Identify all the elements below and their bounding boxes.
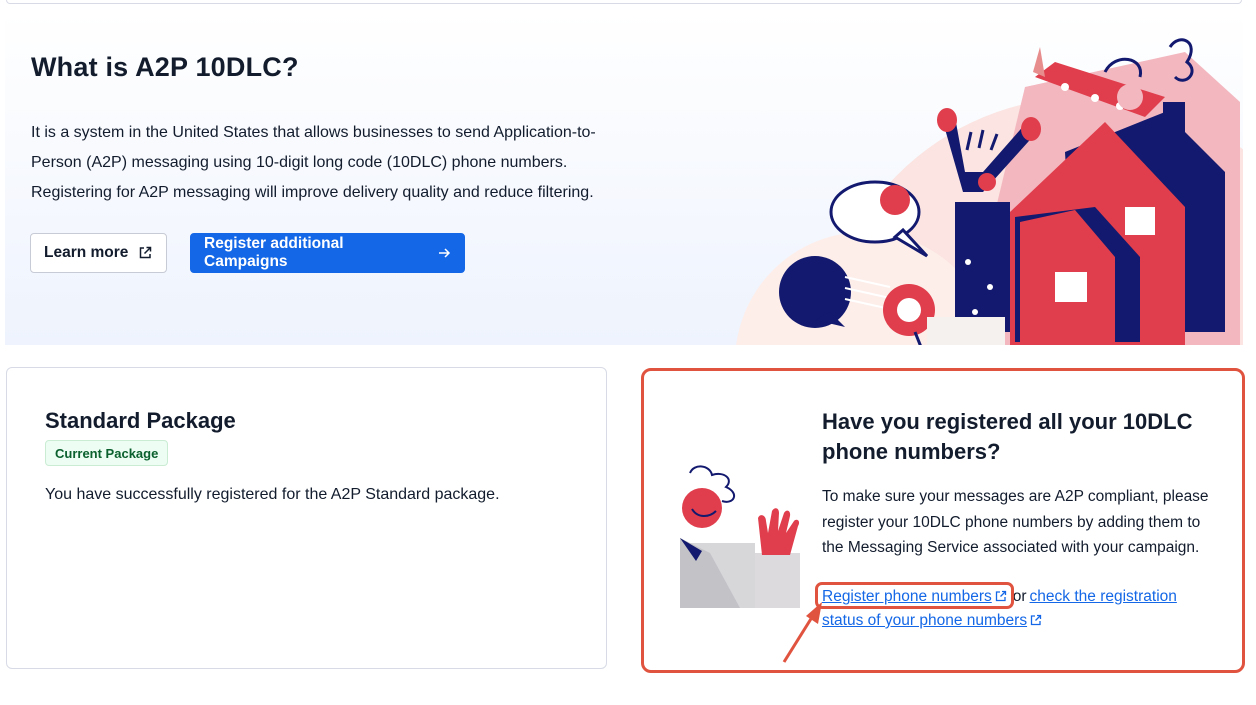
a2p-info-banner: What is A2P 10DLC? It is a system in the… (5, 12, 1243, 345)
register-phone-numbers-link[interactable]: Register phone numbers (822, 588, 992, 605)
current-package-badge: Current Package (45, 440, 169, 466)
previous-card-edge (6, 0, 1242, 4)
external-link-icon (138, 246, 152, 260)
waving-person-illustration (680, 465, 800, 608)
package-message: You have successfully registered for the… (45, 486, 500, 503)
hero-description: It is a system in the United States that… (31, 124, 596, 201)
register-links: Register phone numbers or check the regist… (822, 585, 1222, 633)
register-card-message: To make sure your messages are A2P compl… (822, 488, 1209, 556)
register-campaigns-button[interactable]: Register additional Campaigns (190, 233, 465, 273)
register-campaigns-label: Register additional Campaigns (204, 235, 344, 270)
hero-illustration (736, 38, 1243, 345)
external-link-icon (995, 586, 1007, 609)
external-link-icon (1030, 610, 1042, 633)
page-title: What is A2P 10DLC? (31, 52, 299, 82)
standard-package-card: Standard Package Current Package You hav… (6, 367, 607, 669)
arrow-right-icon (438, 247, 451, 259)
learn-more-label: Learn more (44, 244, 129, 261)
package-title: Standard Package (45, 408, 236, 433)
learn-more-button[interactable]: Learn more (30, 233, 167, 273)
register-numbers-card: Have you registered all your 10DLC phone… (641, 368, 1245, 673)
or-text: or (1012, 588, 1027, 605)
register-card-title: Have you registered all your 10DLC phone… (822, 409, 1193, 464)
